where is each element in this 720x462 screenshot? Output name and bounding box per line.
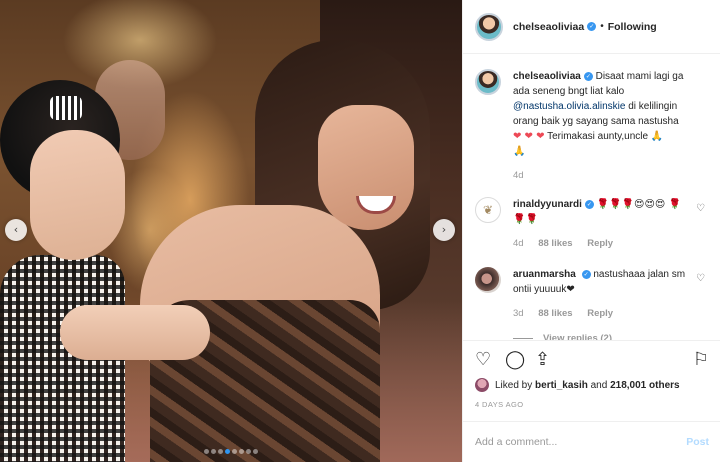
avatar[interactable]: ❦ xyxy=(475,197,501,223)
post-button[interactable]: Post xyxy=(686,436,709,448)
carousel-dot xyxy=(232,449,237,454)
comment-input[interactable] xyxy=(475,436,687,448)
comment-time[interactable]: 3d xyxy=(513,308,524,319)
view-replies-label: View replies (2) xyxy=(543,333,612,340)
chevron-right-icon[interactable]: › xyxy=(433,219,455,241)
comment-item: ❦ rinaldyyunardi ✓ 🌹🌹🌹😍😍😍 🌹🌹🌹 4d 88 likes… xyxy=(475,197,709,251)
comment-meta: 4d 88 likes Reply xyxy=(513,236,688,251)
bookmark-icon[interactable]: ⚐ xyxy=(693,350,709,370)
post-date[interactable]: 4 DAYS AGO xyxy=(475,400,709,409)
avatar[interactable] xyxy=(475,267,501,293)
likes-summary: Liked by berti_kasih and 218,001 others xyxy=(475,378,709,392)
carousel-dot xyxy=(218,449,223,454)
caption-username[interactable]: chelseaoliviaa xyxy=(513,71,581,82)
verified-icon: ✓ xyxy=(583,71,593,81)
comment-username[interactable]: rinaldyyunardi xyxy=(513,199,582,210)
following-button[interactable]: Following xyxy=(608,21,657,33)
avatar[interactable] xyxy=(475,12,503,41)
comment-like-heart-icon[interactable]: ♡ xyxy=(696,203,705,214)
likes-prefix: Liked by xyxy=(495,379,533,391)
post-actions: ♡ ◯ ⇪ ⚐ Liked by berti_kasih and 218,001… xyxy=(463,340,720,409)
reply-button[interactable]: Reply xyxy=(587,308,613,319)
photo-child-hair-bow xyxy=(50,96,82,120)
carousel-dot xyxy=(239,449,244,454)
likes-joiner: and xyxy=(590,379,608,391)
post-details-panel: chelseaoliviaa ✓ • Following chelseaoliv… xyxy=(462,0,720,462)
header-separator: • xyxy=(600,21,604,32)
carousel-dot xyxy=(246,449,251,454)
caption-meta: 4d xyxy=(513,168,688,183)
replies-divider xyxy=(513,338,533,339)
comment-likes[interactable]: 88 likes xyxy=(538,308,572,319)
verified-icon: ✓ xyxy=(581,269,591,279)
post-photo[interactable]: ‹ › xyxy=(0,0,462,462)
comment-likes[interactable]: 88 likes xyxy=(538,238,572,249)
comment-time[interactable]: 4d xyxy=(513,238,524,249)
carousel-dot xyxy=(211,449,216,454)
carousel-dot xyxy=(253,449,258,454)
caption-mention-link[interactable]: @nastusha.olivia.alinskie xyxy=(513,101,625,112)
pray-emoji: 🙏 xyxy=(513,146,526,157)
heart-icon[interactable]: ♡ xyxy=(475,350,491,370)
chevron-left-icon[interactable]: ‹ xyxy=(5,219,27,241)
action-icons: ♡ ◯ ⇪ ⚐ xyxy=(475,350,709,372)
likes-user-link[interactable]: berti_kasih xyxy=(535,380,588,391)
carousel-dots xyxy=(0,446,462,457)
avatar[interactable] xyxy=(475,378,489,392)
post-username[interactable]: chelseaoliviaa xyxy=(513,21,584,33)
comment-icon[interactable]: ◯ xyxy=(505,350,525,370)
view-replies-button[interactable]: View replies (2) xyxy=(513,331,688,340)
avatar[interactable] xyxy=(475,69,501,95)
carousel-dot xyxy=(204,449,209,454)
comment-username[interactable]: aruanmarsha xyxy=(513,269,576,280)
comment-meta: 3d 88 likes Reply xyxy=(513,306,688,321)
add-comment-bar: Post xyxy=(463,421,720,462)
caption-hearts: ❤ ❤ ❤ xyxy=(513,131,545,142)
carousel-dot xyxy=(225,449,230,454)
share-icon[interactable]: ⇪ xyxy=(535,350,550,370)
comment-item: aruanmarsha ✓ nastushaaa jalan sm ontii … xyxy=(475,267,709,340)
comment-like-heart-icon[interactable]: ♡ xyxy=(696,273,705,284)
post-header: chelseaoliviaa ✓ • Following xyxy=(463,0,720,54)
photo-child-arm xyxy=(60,305,210,360)
reply-button[interactable]: Reply xyxy=(587,238,613,249)
caption: chelseaoliviaa ✓ Disaat mami lagi ga ada … xyxy=(475,69,709,183)
caption-time[interactable]: 4d xyxy=(513,170,524,181)
comments-list[interactable]: chelseaoliviaa ✓ Disaat mami lagi ga ada … xyxy=(463,55,720,340)
verified-icon: ✓ xyxy=(584,199,594,209)
likes-others-link[interactable]: 218,001 others xyxy=(610,380,680,391)
pray-emoji: 🙏 xyxy=(650,131,664,142)
photo-child-face xyxy=(30,130,125,260)
verified-icon: ✓ xyxy=(587,22,597,31)
caption-text-end: Terimakasi aunty,uncle xyxy=(547,131,649,142)
